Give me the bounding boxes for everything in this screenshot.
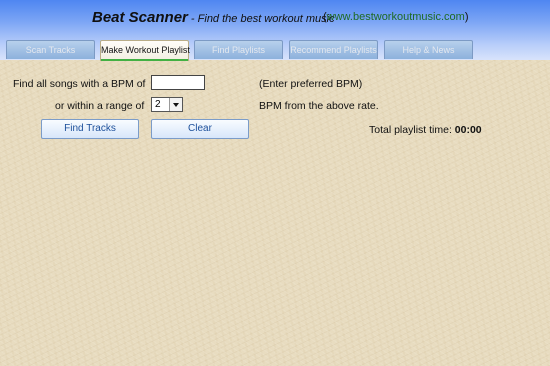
bpm-label: Find all songs with a BPM of — [13, 78, 146, 90]
tab-find-playlists[interactable]: Find Playlists — [194, 40, 283, 59]
site-link-wrapper: (www.bestworkoutmusic.com) — [323, 11, 469, 23]
range-hint: BPM from the above rate. — [259, 100, 379, 112]
range-select[interactable]: 2 — [151, 97, 183, 112]
clear-button[interactable]: Clear — [151, 119, 249, 139]
site-paren-close: ) — [464, 11, 469, 23]
tab-make-workout-playlist[interactable]: Make Workout Playlist — [100, 40, 190, 61]
site-link[interactable]: www.bestworkoutmusic.com — [327, 11, 465, 23]
total-playlist-time: Total playlist time: 00:00 — [369, 124, 482, 136]
header-bar: Beat Scanner - Find the best workout mus… — [0, 0, 550, 61]
bpm-hint: (Enter preferred BPM) — [259, 78, 363, 90]
tab-bar: Scan Tracks Make Workout Playlist Find P… — [0, 40, 550, 61]
bpm-input[interactable] — [151, 75, 205, 90]
app-tagline: - Find the best workout music — [187, 13, 335, 25]
tab-recommend-playlists[interactable]: Recommend Playlists — [289, 40, 378, 59]
chevron-down-icon[interactable] — [169, 98, 182, 111]
app-title: Beat Scanner — [92, 9, 188, 26]
tab-scan-tracks[interactable]: Scan Tracks — [6, 40, 95, 59]
range-select-value: 2 — [155, 99, 161, 110]
tab-help-news[interactable]: Help & News — [384, 40, 473, 59]
total-playlist-time-value: 00:00 — [454, 124, 482, 136]
tab-label: Make Workout Playlist — [101, 45, 190, 55]
range-label: or within a range of — [55, 100, 145, 112]
find-tracks-button[interactable]: Find Tracks — [41, 119, 139, 139]
total-playlist-time-label: Total playlist time: — [369, 124, 455, 136]
app-branding: Beat Scanner - Find the best workout mus… — [92, 9, 335, 27]
active-tab-indicator — [101, 59, 188, 61]
